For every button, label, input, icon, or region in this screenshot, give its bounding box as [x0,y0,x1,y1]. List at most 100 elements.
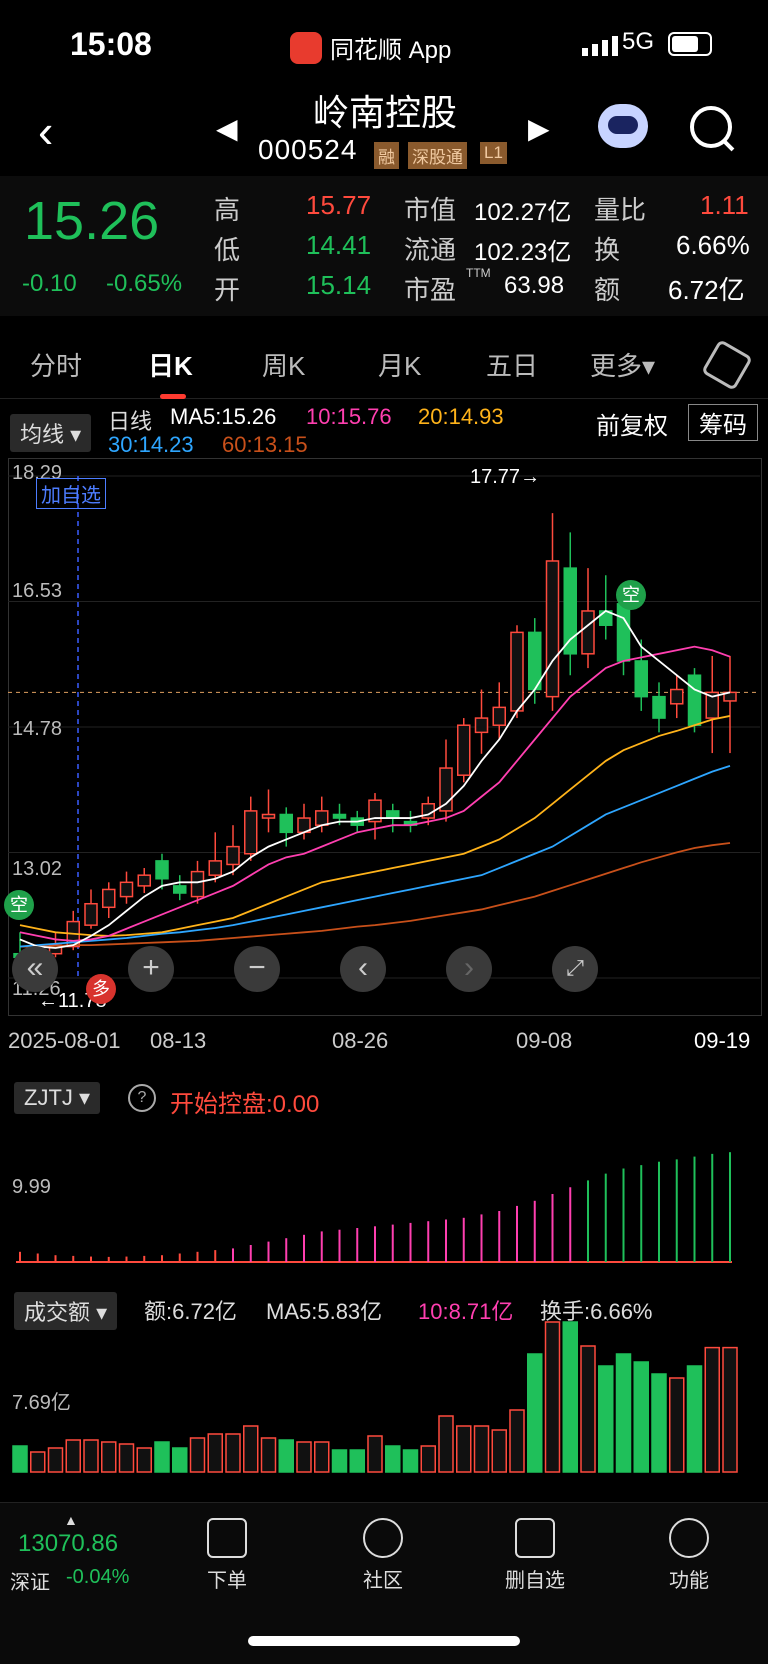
amount-value: 6.72亿 [668,275,745,305]
mktcap-label: 市值 [404,195,457,225]
tag-level: L1 [480,142,507,164]
y-label-3: 14.78 [12,718,63,740]
index-value[interactable]: 13070.86 [18,1530,118,1558]
volume-bar [260,1437,277,1473]
tab-five-day[interactable]: 五日 [486,346,538,383]
signal-bar [602,40,608,56]
y-label-2: 16.53 [12,580,63,602]
zjtj-selector-label: ZJTJ [24,1085,73,1110]
tab-monthly-k[interactable]: 月K [378,346,421,383]
tag-margin: 融 [374,142,399,169]
index-name: 深证 [10,1572,50,1594]
nav-community[interactable]: 社区 [338,1518,428,1593]
volume-bar [136,1447,152,1473]
volume-bar [491,1429,507,1473]
tab-intraday[interactable]: 分时 [30,346,82,383]
nav-remove-watch[interactable]: 删自选 [490,1518,580,1593]
candle [670,688,684,705]
open-value: 15.14 [306,270,372,300]
ma20-value: 20:14.93 [418,404,504,429]
network-type: 5G [622,28,655,55]
candle [226,845,240,866]
volume-bar [349,1449,365,1473]
search-icon[interactable] [690,106,732,148]
low-label: 低 [214,235,241,265]
volume-bar [704,1346,720,1473]
volume-bar [30,1451,46,1473]
index-change: -0.04% [66,1566,130,1588]
nav-order[interactable]: 下单 [182,1518,272,1593]
candle [634,660,648,698]
turnover-value: 6.66% [676,230,750,260]
candle [173,885,187,894]
tab-weekly-k[interactable]: 周K [262,346,305,383]
stock-code: 000524 [258,134,358,165]
candle [84,902,98,926]
candle [137,874,151,887]
high-value: 15.77 [306,190,372,220]
pe-ttm-sup: TTM [466,266,491,280]
zoom-in-button[interactable]: + [128,946,174,992]
float-label: 流通 [404,235,457,265]
ma60-value: 60:13.15 [222,432,308,457]
back-button[interactable]: ‹ [38,104,53,158]
candle [208,860,222,876]
candle [386,810,400,819]
signal-bar [612,36,618,56]
date-2: 08-13 [150,1028,207,1053]
kong-signal-2: 空 [616,580,646,610]
volume-bar [225,1433,241,1473]
date-start: 2025-08-01 [8,1028,121,1053]
volume-bar [544,1321,561,1473]
pe-value: 63.98 [504,272,565,299]
candle [652,695,666,719]
tab-more[interactable]: 更多▾ [590,346,655,383]
scroll-right-button[interactable]: › [446,946,492,992]
fullscreen-button[interactable]: ⤢ [552,946,598,992]
menu-icon [669,1518,709,1558]
add-watch-label[interactable]: 加自选 [36,478,106,509]
help-icon[interactable]: ? [128,1084,156,1112]
volume-bar [473,1425,490,1473]
candle [510,631,524,712]
chips-button[interactable]: 筹码 [688,404,758,441]
volume-bar [527,1353,543,1473]
ma5-value: MA5:15.26 [170,404,277,429]
volume-bar [243,1425,259,1473]
vr-label: 量比 [594,195,647,225]
signal-bar [592,44,598,56]
zjtj-chart [16,1152,732,1263]
nav-function[interactable]: 功能 [644,1518,734,1593]
nav-function-label: 功能 [669,1570,709,1592]
volume-bar [154,1441,170,1473]
prev-stock-button[interactable]: ◀ [216,112,238,145]
volume-bar [118,1443,135,1473]
next-stock-button[interactable]: ▶ [528,112,550,145]
volume-bar [438,1415,454,1473]
volume-chart [12,1321,738,1473]
candle [119,881,134,898]
tab-daily-k[interactable]: 日K [148,346,193,383]
nav-remove-watch-label: 删自选 [505,1570,565,1592]
adjust-mode[interactable]: 前复权 [596,406,668,441]
rewind-button[interactable]: « [12,946,58,992]
remove-watch-icon [515,1518,555,1558]
volume-bar [598,1365,614,1473]
indicator-selector[interactable]: 均线 ▾ [10,414,92,452]
active-tab-indicator [160,394,186,399]
open-label: 开 [214,275,241,305]
candle [261,813,276,819]
amount-label: 额 [594,275,621,305]
candle [581,610,595,655]
volume-bar [367,1435,383,1473]
volume-bar [722,1346,738,1473]
y-label-4: 13.02 [12,858,63,880]
volume-bar [189,1437,206,1473]
scroll-left-button[interactable]: ‹ [340,946,386,992]
volume-bar [562,1321,578,1473]
zoom-out-button[interactable]: − [234,946,280,992]
candle [545,560,560,698]
volume-bar [65,1439,81,1473]
assistant-robot-icon[interactable] [598,104,648,148]
volume-bar [686,1365,703,1473]
